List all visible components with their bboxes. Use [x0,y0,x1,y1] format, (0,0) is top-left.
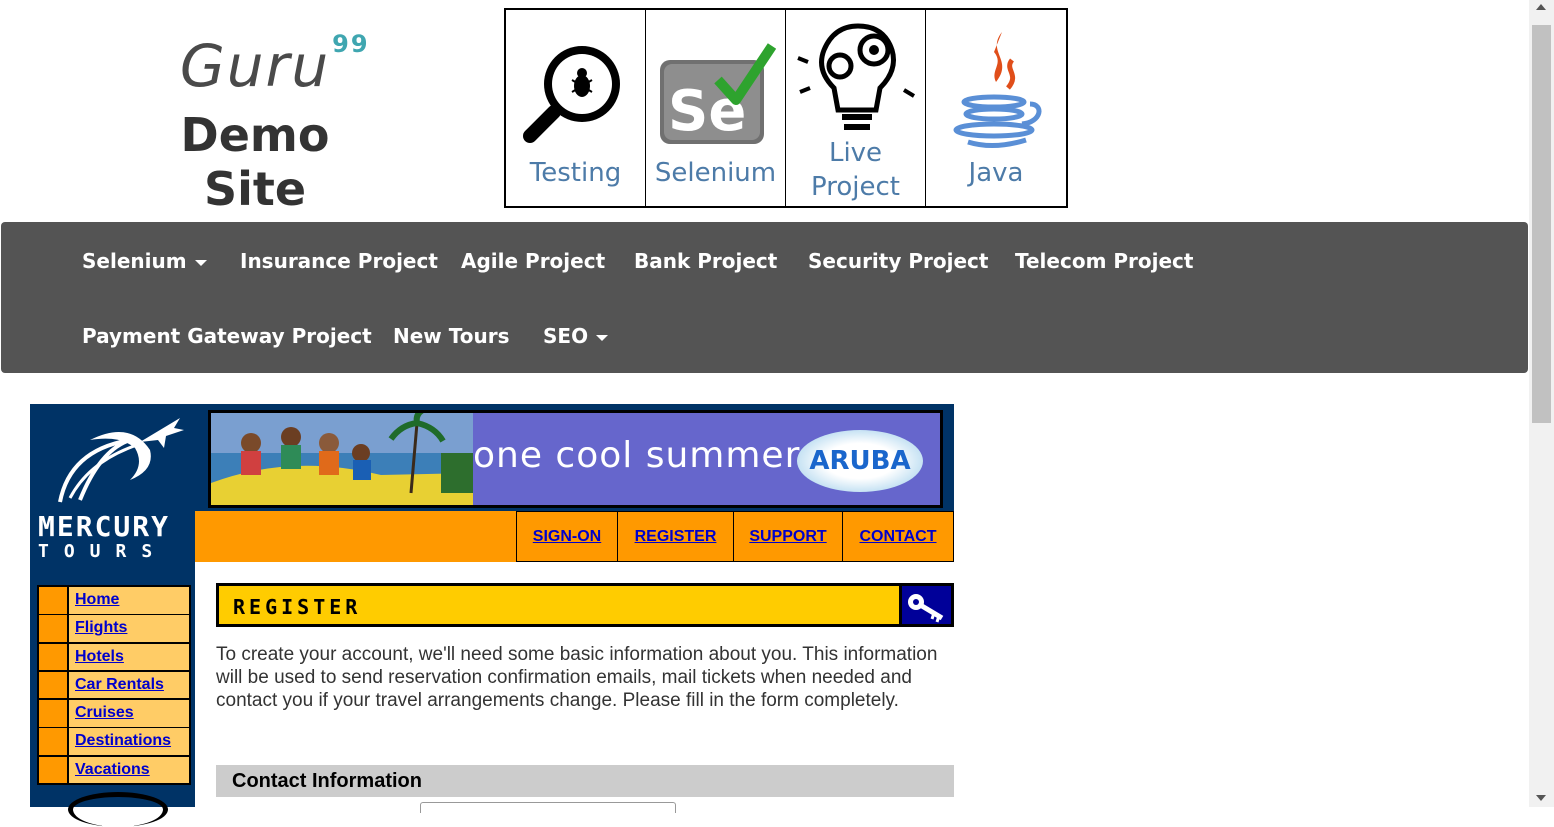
beach-people-illustration [211,413,473,505]
page-scrollbar[interactable] [1529,0,1554,807]
nav-payment-gateway-project[interactable]: Payment Gateway Project [82,324,372,348]
side-menu-bullet [39,671,67,699]
side-link-destinations[interactable]: Destinations [69,728,189,755]
mercury-logo-line1: MERCURY [38,510,171,543]
nav-label: Selenium [82,249,187,273]
side-link-hotels[interactable]: Hotels [69,643,189,671]
link-support[interactable]: SUPPORT [734,512,843,561]
mercury-top-nav: SIGN-ON REGISTER SUPPORT CONTACT [516,511,954,562]
side-menu-bullet [39,700,67,727]
mercury-side-menu: Home Flights Hotels Car Rentals Cruises … [37,585,191,786]
lightbulb-gears-icon [796,23,915,130]
key-icon [902,586,951,624]
tile-testing[interactable]: Testing [506,10,646,206]
key-icon-svg [908,594,944,623]
register-header: REGISTER [216,583,954,627]
link-register[interactable]: REGISTER [618,512,734,561]
mercury-logo-text: MERCURY TOURS [38,510,170,562]
nav-insurance-project[interactable]: Insurance Project [240,249,438,273]
side-menu-row: Cruises [39,700,189,727]
register-title: REGISTER [233,595,362,619]
mercury-top-nav-bar: SIGN-ON REGISTER SUPPORT CONTACT [195,511,954,562]
first-name-input-partial[interactable] [420,802,676,813]
nav-agile-project[interactable]: Agile Project [461,249,605,273]
nav-seo-dropdown[interactable]: SEO [543,324,609,348]
caret-down-icon [596,334,609,341]
guru-logo-text: Guru 99 [130,30,380,102]
scrollbar-thumb[interactable] [1532,25,1551,423]
link-contact[interactable]: CONTACT [843,512,954,561]
register-intro-text: To create your account, we'll need some … [216,644,938,711]
mercury-tours-frame: MERCURY TOURS Home Flights Hotels Car Re… [30,404,954,827]
side-menu-row: Hotels [39,643,189,671]
nav-selenium-dropdown[interactable]: Selenium [82,249,207,273]
site-title: Demo Site [180,108,330,216]
side-link-vacations[interactable]: Vacations [69,756,189,784]
scroll-up-arrow-icon[interactable] [1536,4,1546,10]
mercury-sidebar: MERCURY TOURS Home Flights Hotels Car Re… [30,404,195,827]
caret-down-icon [194,259,207,266]
side-menu-row: Home [39,587,189,614]
tile-live-project[interactable]: Live Project [786,10,926,206]
side-menu-row: Car Rentals [39,671,189,699]
logo-sup: 99 [332,30,370,58]
tile-selenium[interactable]: Se Selenium [646,10,786,206]
side-link-home[interactable]: Home [69,587,189,614]
nav-new-tours[interactable]: New Tours [393,324,509,348]
side-menu-row: Vacations [39,756,189,784]
java-cup-icon [953,32,1042,148]
tile-java[interactable]: Java [926,10,1066,206]
side-link-cruises[interactable]: Cruises [69,700,189,727]
mercury-plane-logo-icon [58,418,184,503]
category-tiles: Testing Se Selenium Live Project Java [504,8,1068,208]
sidebar-badge-icon [68,792,168,827]
contact-info-header: Contact Information [216,765,954,797]
nav-security-project[interactable]: Security Project [808,249,988,273]
aruba-logo-text: ARUBA [809,446,911,476]
banner-area: one cool summer ARUBA [195,404,954,511]
guru99-logo[interactable]: Guru 99 Demo Site [130,30,380,216]
aruba-banner[interactable]: one cool summer ARUBA [208,410,943,508]
tile-label: Testing [529,158,622,188]
main-navbar: Selenium Insurance Project Agile Project… [1,222,1528,373]
selenium-check-icon: Se [659,43,776,144]
tile-label: Java [968,158,1024,188]
nav-bank-project[interactable]: Bank Project [634,249,777,273]
tile-label: Selenium [654,158,777,188]
magnifier-bug-icon [522,46,620,143]
aruba-logo: ARUBA [797,430,923,492]
tile-label: Live Project [811,138,900,202]
side-menu-bullet [39,756,67,784]
contact-info-title: Contact Information [232,770,422,792]
side-link-flights[interactable]: Flights [69,615,189,642]
side-menu-bullet [39,615,67,642]
register-title-box: REGISTER [219,586,899,624]
side-menu-row: Destinations [39,728,189,755]
mercury-logo-line2: TOURS [38,541,168,562]
side-menu-bullet [39,643,67,671]
nav-label: SEO [543,324,589,348]
svg-text:Se: Se [668,79,746,144]
banner-text: one cool summer [473,435,801,476]
side-menu-row: Flights [39,615,189,642]
link-sign-on[interactable]: SIGN-ON [517,512,618,561]
side-menu-bullet [39,728,67,755]
scroll-down-arrow-icon[interactable] [1536,795,1546,801]
side-link-car-rentals[interactable]: Car Rentals [69,671,189,699]
logo-text: Guru [179,32,331,100]
side-menu-bullet [39,587,67,614]
nav-telecom-project[interactable]: Telecom Project [1015,249,1193,273]
